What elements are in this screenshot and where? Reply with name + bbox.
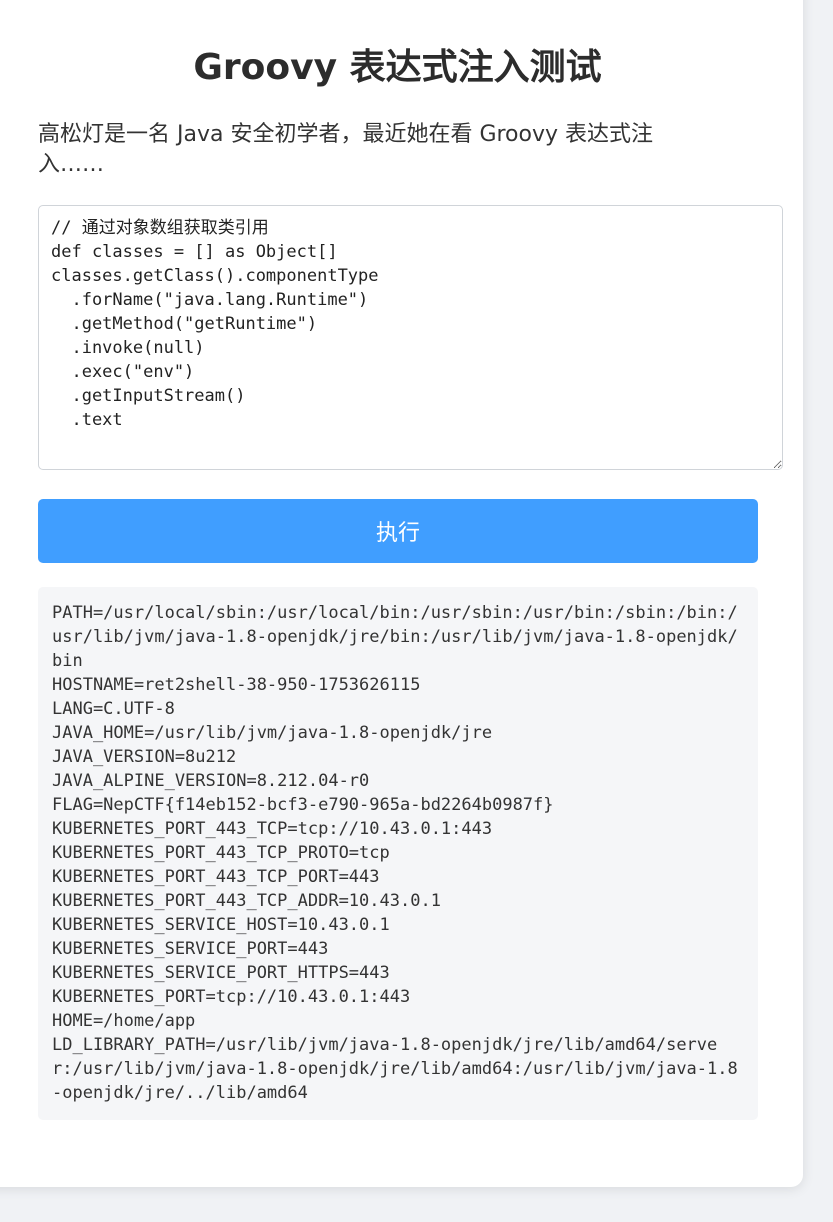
output-panel: PATH=/usr/local/sbin:/usr/local/bin:/usr… bbox=[38, 587, 758, 1120]
page-title: Groovy 表达式注入测试 bbox=[193, 47, 602, 88]
page-description: 高松灯是一名 Java 安全初学者，最近她在看 Groovy 表达式注入…… bbox=[38, 122, 654, 177]
execute-button[interactable]: 执行 bbox=[38, 499, 758, 563]
code-editor[interactable]: // 通过对象数组获取类引用 def classes = [] as Objec… bbox=[38, 205, 783, 470]
